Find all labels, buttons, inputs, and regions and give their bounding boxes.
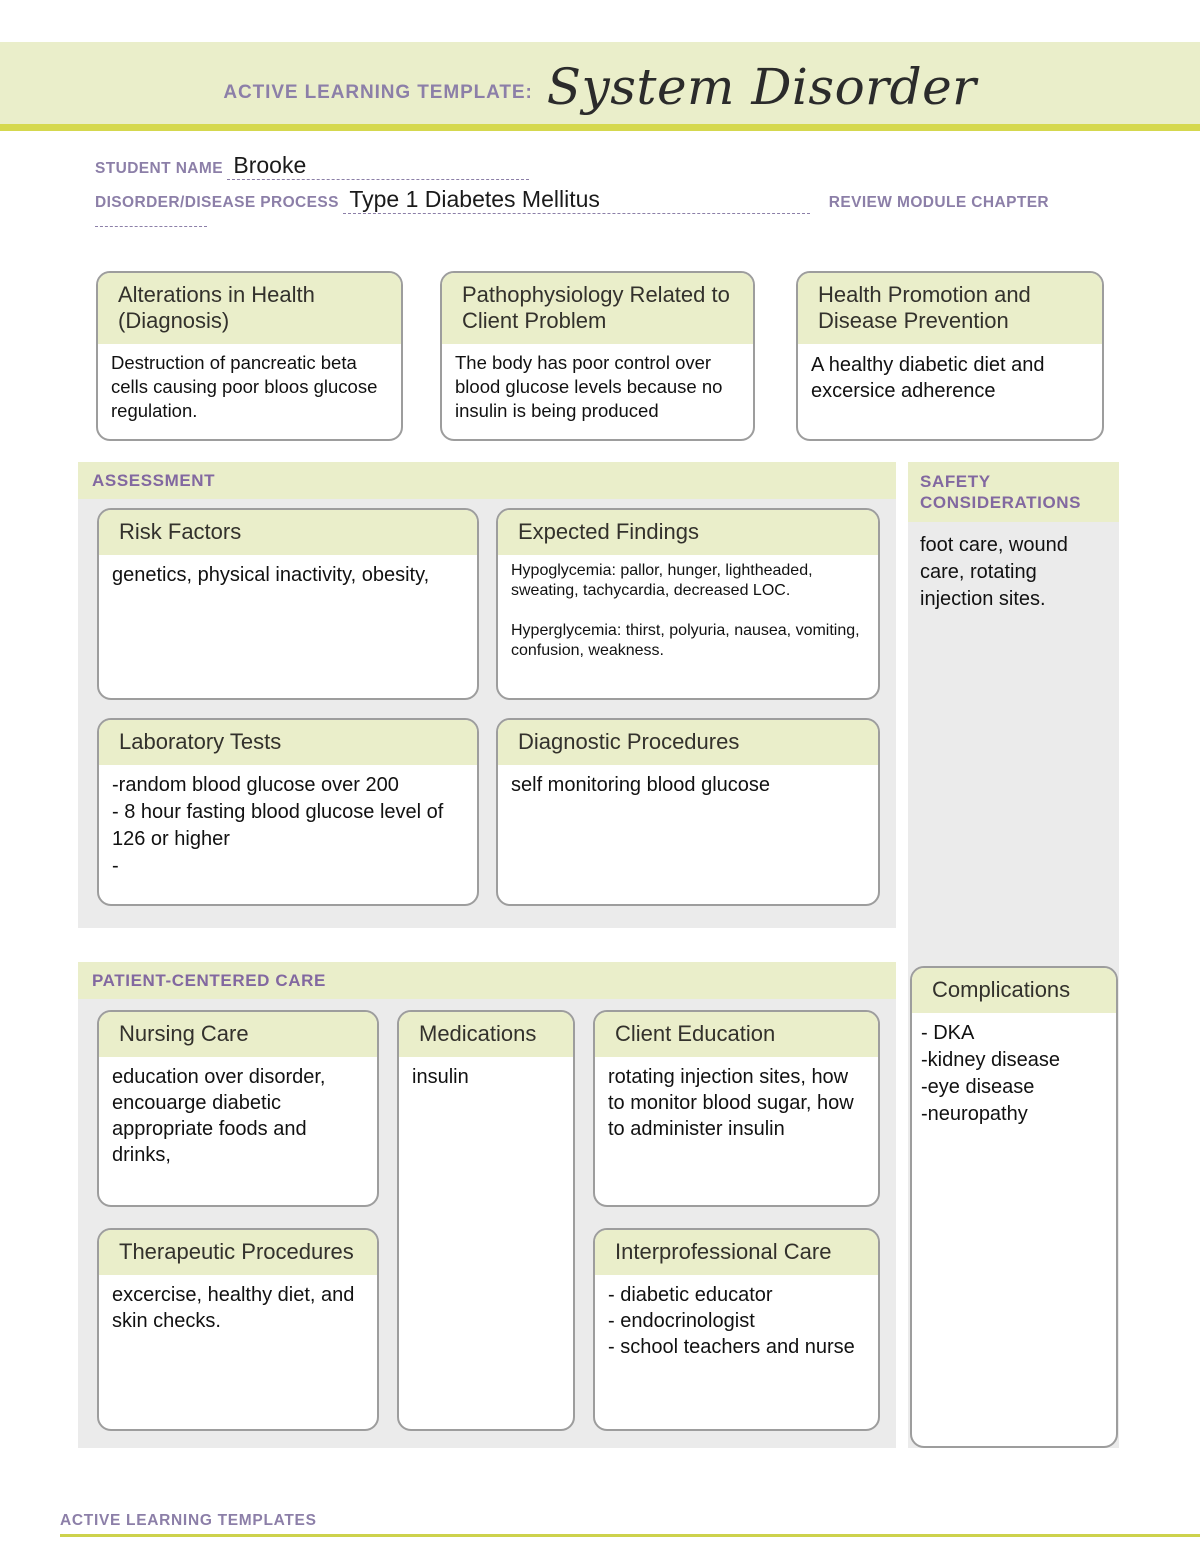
safety-section-title: SAFETY CONSIDERATIONS (908, 462, 1119, 522)
student-name-row: STUDENT NAME Brooke (95, 152, 1105, 186)
disorder-label: DISORDER/DISEASE PROCESS (95, 194, 339, 211)
card-laboratory-tests: Laboratory Tests -random blood glucose o… (97, 718, 479, 906)
card-therapeutic-procedures: Therapeutic Procedures excercise, health… (97, 1228, 379, 1431)
header-kicker: ACTIVE LEARNING TEMPLATE: (223, 82, 533, 103)
pcc-section-title: PATIENT-CENTERED CARE (78, 962, 896, 999)
page-title: System Disorder (546, 58, 977, 116)
student-meta: STUDENT NAME Brooke DISORDER/DISEASE PRO… (95, 152, 1105, 227)
card-body[interactable]: The body has poor control over blood glu… (442, 344, 753, 429)
safety-body[interactable]: foot care, wound care, rotating injectio… (908, 522, 1119, 613)
card-title: Interprofessional Care (595, 1230, 878, 1275)
header-stripe (0, 124, 1200, 131)
card-body[interactable]: -random blood glucose over 200 - 8 hour … (99, 765, 477, 886)
card-body[interactable]: A healthy diabetic diet and excersice ad… (798, 344, 1102, 410)
disorder-row: DISORDER/DISEASE PROCESS Type 1 Diabetes… (95, 186, 1105, 227)
card-body[interactable]: - DKA -kidney disease -eye disease -neur… (912, 1013, 1116, 1134)
card-body[interactable]: genetics, physical inactivity, obesity, (99, 555, 477, 595)
card-body[interactable]: Destruction of pancreatic beta cells cau… (98, 344, 401, 429)
card-title: Alterations in Health (Diagnosis) (98, 273, 401, 344)
card-body[interactable]: self monitoring blood glucose (498, 765, 878, 805)
card-title: Expected Findings (498, 510, 878, 555)
footer-rule (60, 1534, 1200, 1537)
card-body[interactable]: Hypoglycemia: pallor, hunger, lightheade… (498, 555, 878, 667)
card-complications: Complications - DKA -kidney disease -eye… (910, 966, 1118, 1448)
card-nursing-care: Nursing Care education over disorder, en… (97, 1010, 379, 1207)
assessment-section-title: ASSESSMENT (78, 462, 896, 499)
card-title: Therapeutic Procedures (99, 1230, 377, 1275)
card-medications: Medications insulin (397, 1010, 575, 1431)
card-title: Health Promotion and Disease Prevention (798, 273, 1102, 344)
chapter-label: REVIEW MODULE CHAPTER (828, 194, 1050, 211)
card-title: Complications (912, 968, 1116, 1013)
student-name-label: STUDENT NAME (95, 160, 223, 177)
card-body[interactable]: education over disorder, encouarge diabe… (99, 1057, 377, 1174)
header: ACTIVE LEARNING TEMPLATE: System Disorde… (0, 42, 1200, 124)
card-client-education: Client Education rotating injection site… (593, 1010, 880, 1207)
card-interprofessional-care: Interprofessional Care - diabetic educat… (593, 1228, 880, 1431)
card-title: Medications (399, 1012, 573, 1057)
card-health-promotion: Health Promotion and Disease Prevention … (796, 271, 1104, 441)
card-title: Pathophysiology Related to Client Proble… (442, 273, 753, 344)
card-body[interactable]: excercise, healthy diet, and skin checks… (99, 1275, 377, 1340)
card-alterations-in-health: Alterations in Health (Diagnosis) Destru… (96, 271, 403, 441)
card-title: Laboratory Tests (99, 720, 477, 765)
footer-text: ACTIVE LEARNING TEMPLATES (60, 1512, 317, 1529)
disorder-field[interactable]: Type 1 Diabetes Mellitus (343, 186, 811, 214)
card-title: Risk Factors (99, 510, 477, 555)
card-risk-factors: Risk Factors genetics, physical inactivi… (97, 508, 479, 700)
safety-considerations-panel: SAFETY CONSIDERATIONS foot care, wound c… (908, 462, 1119, 928)
footer: ACTIVE LEARNING TEMPLATES (60, 1512, 1200, 1537)
card-pathophysiology: Pathophysiology Related to Client Proble… (440, 271, 755, 441)
card-body[interactable]: rotating injection sites, how to monitor… (595, 1057, 878, 1148)
card-expected-findings: Expected Findings Hypoglycemia: pallor, … (496, 508, 880, 700)
card-title: Client Education (595, 1012, 878, 1057)
card-body[interactable]: insulin (399, 1057, 573, 1096)
card-body[interactable]: - diabetic educator - endocrinologist - … (595, 1275, 878, 1366)
chapter-field[interactable] (95, 225, 207, 227)
card-title: Diagnostic Procedures (498, 720, 878, 765)
student-name-field[interactable]: Brooke (227, 152, 530, 180)
card-diagnostic-procedures: Diagnostic Procedures self monitoring bl… (496, 718, 880, 906)
card-title: Nursing Care (99, 1012, 377, 1057)
